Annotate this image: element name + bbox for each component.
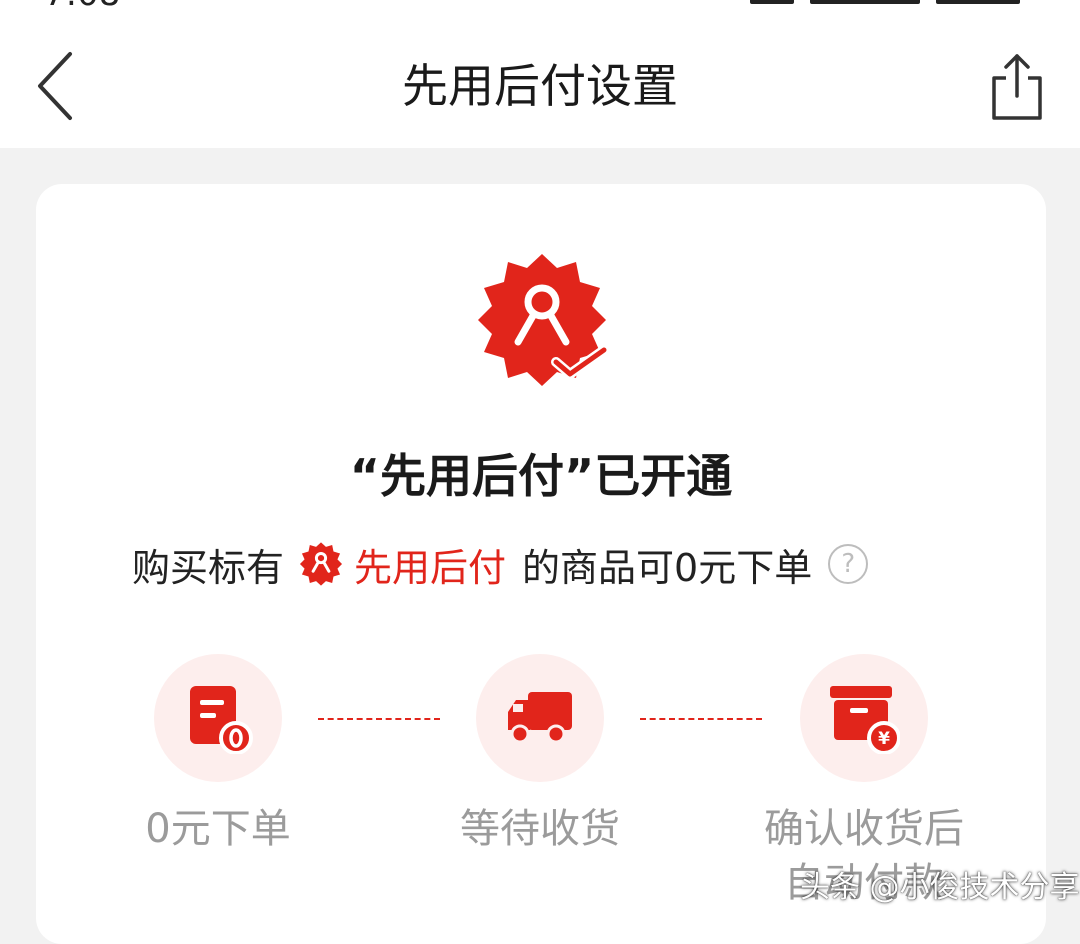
watermark: 头条 @小俊技术分享 (800, 870, 1080, 905)
share-icon (992, 54, 1042, 120)
step-connector-1 (318, 718, 440, 720)
step-connector-2 (640, 718, 762, 720)
box-yen-icon: ¥ (830, 686, 900, 754)
svg-text:¥: ¥ (878, 729, 890, 749)
back-button[interactable] (30, 48, 86, 124)
truck-icon (508, 692, 572, 744)
nav-header: 先用后付设置 (0, 12, 1080, 148)
signal-icon (810, 0, 920, 4)
step-label-pay-line1: 确认收货后 (764, 806, 964, 852)
battery-icon (936, 0, 1020, 4)
step-label-wait: 等待收货 (460, 806, 620, 852)
description-line: 购买标有 先用后付 的商品可0元下单 ? (132, 534, 972, 594)
status-headline: “先用后付”已开通 (349, 449, 733, 503)
share-button[interactable] (986, 52, 1048, 124)
chevron-left-icon (38, 52, 72, 120)
sim-icon (750, 0, 794, 4)
step-order-circle (154, 654, 282, 782)
status-card: “先用后付”已开通 购买标有 先用后付 的商品可0元下单 ? ¥ 0元下单 等待… (36, 184, 1046, 944)
pay-later-mini-badge-icon (299, 542, 343, 586)
page-title: 先用后付设置 (402, 59, 678, 113)
step-delivery-circle (476, 654, 604, 782)
help-icon[interactable]: ? (828, 544, 869, 584)
step-label-order: 0元下单 (145, 806, 291, 852)
desc-suffix: 的商品可0元下单 (522, 545, 813, 590)
desc-prefix: 购买标有 (132, 545, 285, 590)
pay-later-badge-icon (478, 254, 609, 386)
order-zero-icon (190, 686, 253, 754)
brand-label: 先用后付 (354, 545, 507, 590)
status-indicators (750, 0, 1020, 4)
step-payment-circle: ¥ (800, 654, 928, 782)
status-bar: 7:08 (0, 0, 1080, 14)
